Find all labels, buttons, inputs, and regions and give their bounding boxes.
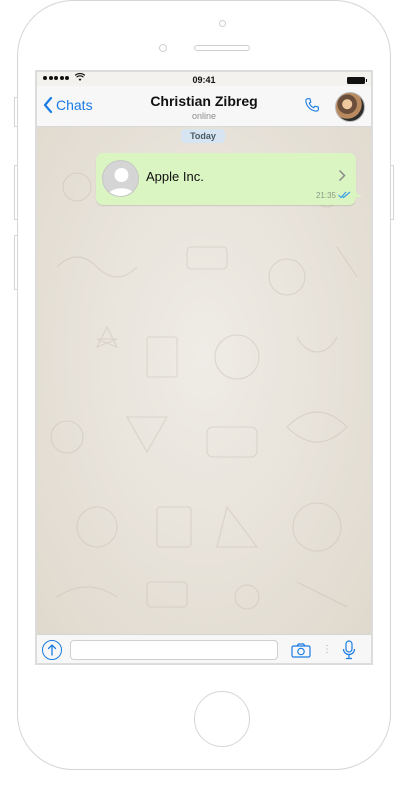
microphone-icon (342, 640, 356, 660)
front-camera (159, 44, 167, 52)
home-button[interactable] (194, 691, 250, 747)
message-input-bar: ⋮ (37, 634, 371, 663)
phone-icon (305, 98, 319, 112)
message-input[interactable] (70, 640, 278, 660)
contact-card-message[interactable]: Apple Inc. 21:35 (96, 153, 362, 205)
mute-switch (14, 97, 18, 127)
double-check-icon (338, 191, 351, 199)
battery-icon (347, 77, 367, 84)
screen: 09:41 Chats Christian Zibreg online Toda… (35, 70, 373, 665)
attach-button[interactable] (42, 640, 62, 660)
camera-button[interactable] (291, 643, 311, 663)
power-button (390, 165, 394, 220)
message-time: 21:35 (315, 191, 336, 200)
contact-avatar[interactable] (335, 92, 365, 122)
volume-up-button (14, 165, 18, 220)
chat-header: Chats Christian Zibreg online (37, 86, 371, 127)
bubble-tail (354, 191, 362, 197)
chat-area[interactable]: Today Apple Inc. 21:35 (37, 127, 371, 634)
contact-card-avatar-icon (102, 160, 139, 197)
earpiece-speaker (194, 45, 250, 51)
call-button[interactable] (303, 96, 321, 119)
separator: ⋮ (322, 644, 332, 655)
volume-down-button (14, 235, 18, 290)
contact-card-name: Apple Inc. (146, 169, 204, 184)
status-time: 09:41 (192, 75, 216, 85)
camera-icon (291, 643, 311, 658)
date-divider: Today (181, 129, 225, 143)
proximity-sensor (219, 20, 226, 27)
disclosure-chevron-icon (338, 169, 346, 182)
microphone-button[interactable] (342, 640, 356, 663)
attach-icon (47, 644, 57, 656)
